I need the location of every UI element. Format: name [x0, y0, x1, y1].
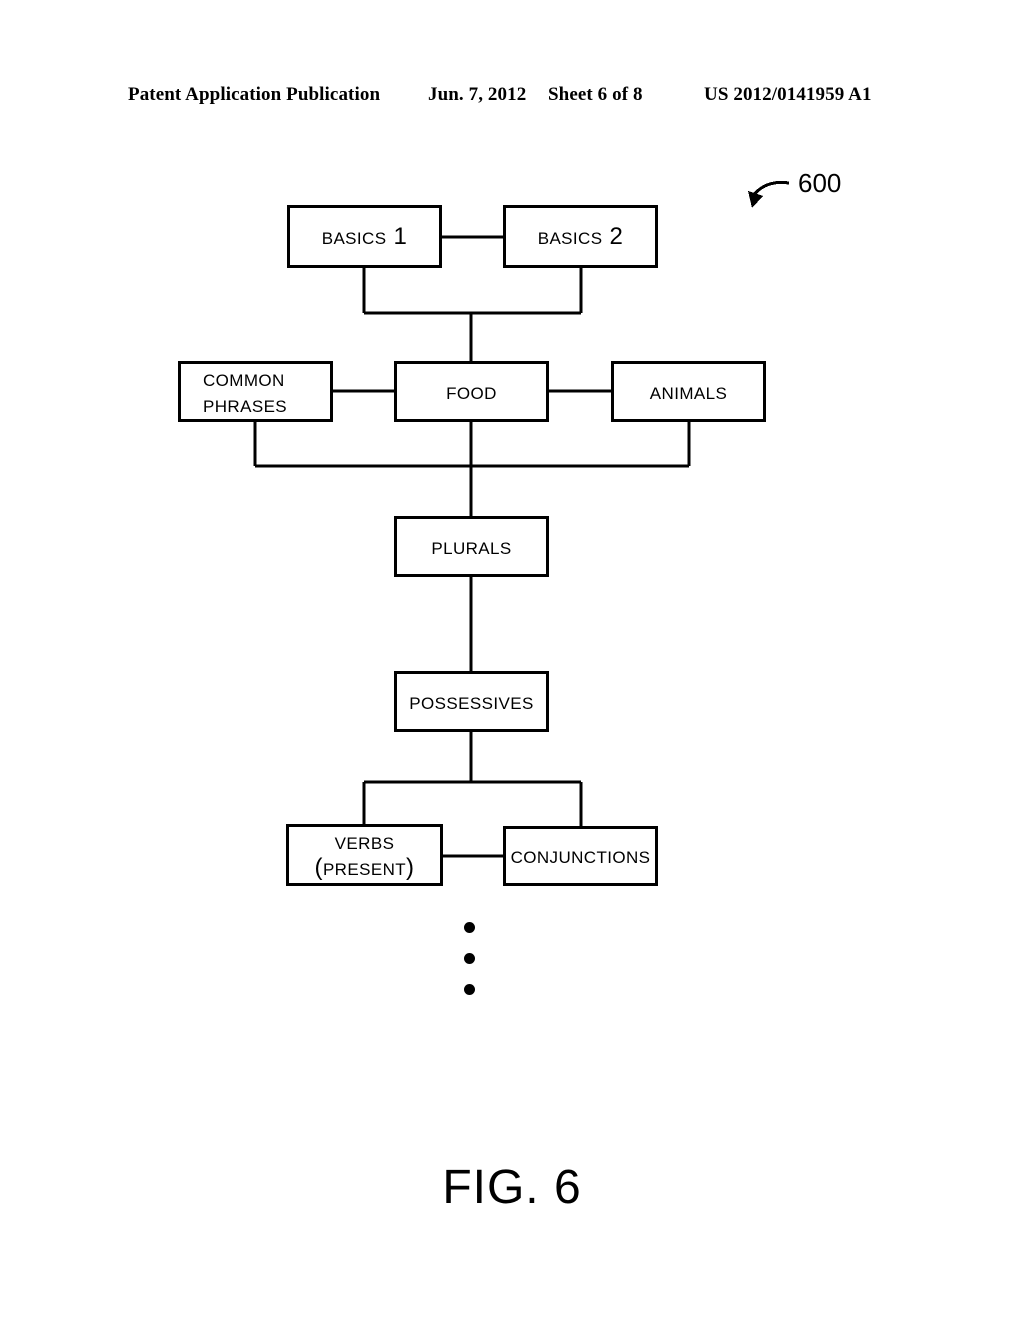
node-food[interactable]: Food: [394, 361, 549, 422]
node-common-phrases[interactable]: Common Phrases: [178, 361, 333, 422]
node-label: Animals: [649, 377, 728, 405]
vertical-ellipsis-icon: [464, 922, 480, 995]
connector-lines: [253, 180, 790, 858]
node-label: Plurals: [431, 532, 512, 560]
node-label: Possessives: [409, 687, 534, 715]
reference-arrowhead: [748, 191, 763, 208]
node-label: Food: [446, 377, 497, 405]
node-label: Common Phrases: [203, 364, 288, 418]
node-label: Conjunctions: [510, 842, 651, 870]
node-label: Verbs (Present): [314, 828, 415, 881]
node-basics-2[interactable]: Basics 2: [503, 205, 658, 268]
node-verbs-present[interactable]: Verbs (Present): [286, 824, 443, 886]
node-label: Basics 2: [537, 222, 624, 250]
ellipsis-dot: [464, 984, 475, 995]
node-animals[interactable]: Animals: [611, 361, 766, 422]
figure-600: Basics 1 Basics 2 Common Phrases Food An…: [0, 0, 1024, 1320]
ellipsis-dot: [464, 953, 475, 964]
node-conjunctions[interactable]: Conjunctions: [503, 826, 658, 886]
figure-caption: FIG. 6: [442, 1161, 582, 1214]
node-possessives[interactable]: Possessives: [394, 671, 549, 732]
node-basics-1[interactable]: Basics 1: [287, 205, 442, 268]
ellipsis-dot: [464, 922, 475, 933]
node-label: Basics 1: [321, 222, 408, 250]
node-plurals[interactable]: Plurals: [394, 516, 549, 577]
reference-numeral-600: 600: [798, 168, 842, 198]
reference-leader-line: [751, 180, 790, 197]
